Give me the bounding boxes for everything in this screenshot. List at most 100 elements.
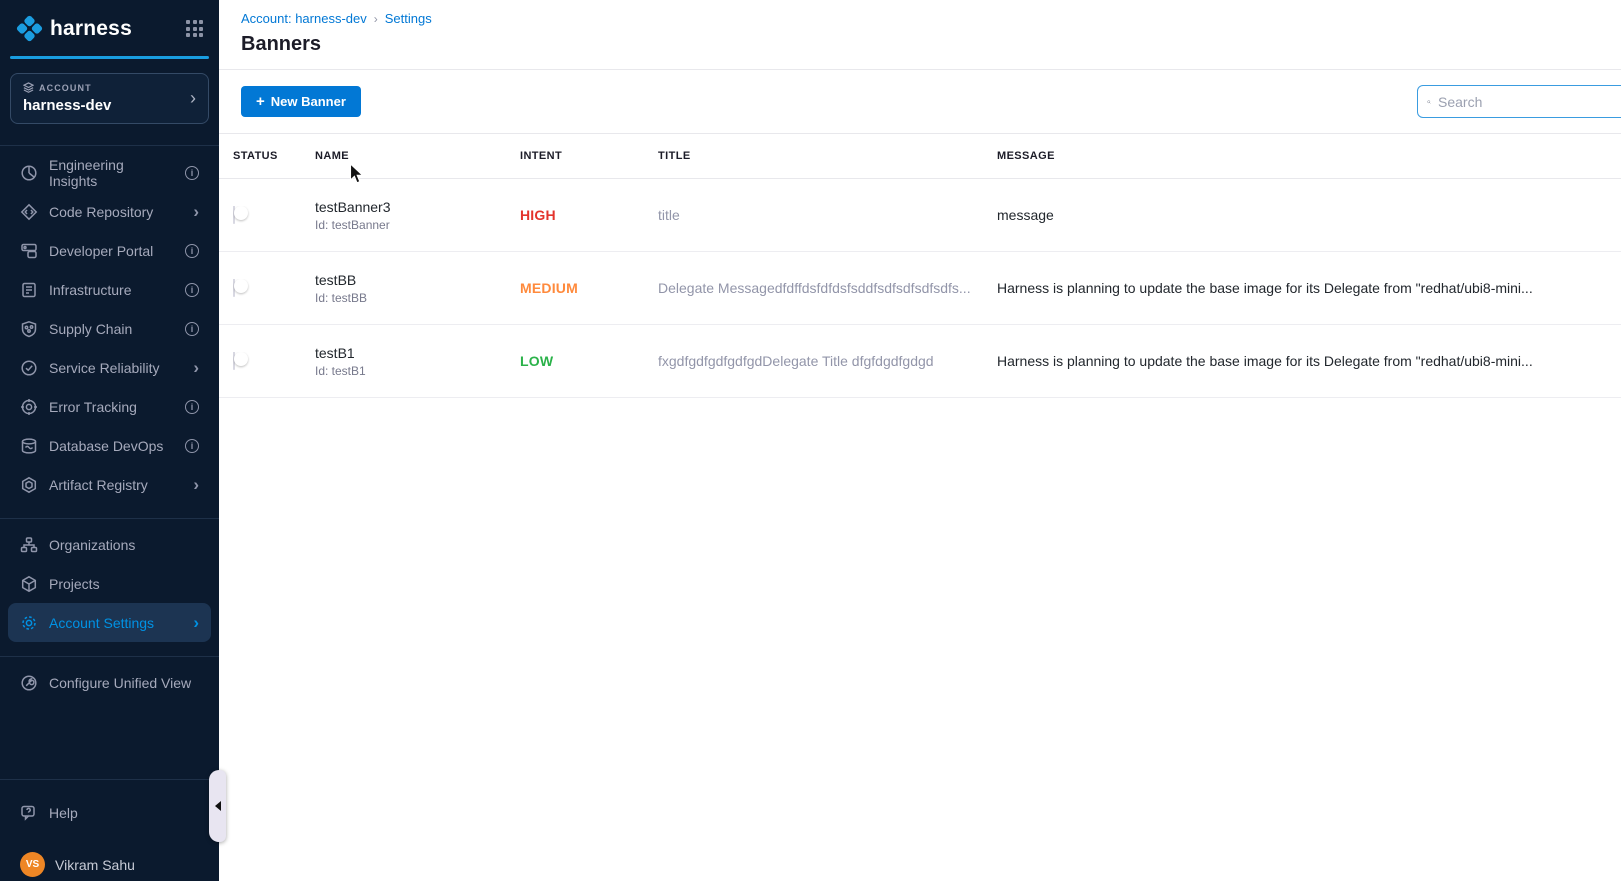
breadcrumb: Account: harness-dev › Settings	[241, 11, 1599, 26]
service-reliability-icon	[20, 359, 38, 377]
chevron-right-icon: ›	[190, 89, 196, 107]
banner-title: title	[658, 207, 997, 223]
banner-message: message	[997, 207, 1621, 223]
sidebar-item-supply-chain[interactable]: Supply Chain i	[8, 309, 211, 348]
user-name: Vikram Sahu	[55, 857, 135, 873]
table-row[interactable]: testB1 Id: testB1 LOW fxgdfgdfgdfgdfgdDe…	[219, 325, 1621, 398]
avatar: VS	[20, 852, 45, 877]
logo-underline	[10, 56, 209, 59]
banner-message: Harness is planning to update the base i…	[997, 353, 1621, 369]
sidebar-footer: Help VS Vikram Sahu	[0, 779, 219, 881]
sidebar-item-configure-unified-view[interactable]: Configure Unified View	[8, 663, 211, 702]
toolbar: + New Banner	[219, 70, 1621, 134]
banner-message: Harness is planning to update the base i…	[997, 280, 1621, 296]
banner-name: testBanner3	[315, 199, 506, 215]
sidebar-item-developer-portal[interactable]: Developer Portal i	[8, 231, 211, 270]
plus-icon: +	[256, 94, 265, 109]
sidebar-divider	[0, 518, 219, 519]
chevron-right-icon: ›	[193, 614, 199, 631]
sidebar-item-infrastructure[interactable]: Infrastructure i	[8, 270, 211, 309]
database-devops-icon	[20, 437, 38, 455]
page-title: Banners	[241, 33, 1599, 56]
info-icon[interactable]: i	[185, 244, 199, 258]
search-box	[1417, 85, 1621, 118]
column-header-status: STATUS	[233, 150, 315, 162]
logo-row: harness	[0, 0, 219, 42]
info-icon[interactable]: i	[185, 439, 199, 453]
page-header: Account: harness-dev › Settings Banners	[219, 0, 1621, 70]
banner-id: Id: testB1	[315, 364, 506, 378]
status-toggle[interactable]	[233, 279, 235, 297]
chevron-right-icon: ›	[193, 203, 199, 220]
harness-logo-icon	[16, 15, 43, 42]
sidebar: harness ACCOUNT harness-dev ›	[0, 0, 219, 881]
account-scope-label: ACCOUNT	[23, 82, 190, 93]
gear-icon	[20, 614, 38, 632]
intent-badge: LOW	[520, 353, 658, 369]
infrastructure-icon	[20, 281, 38, 299]
intent-badge: MEDIUM	[520, 280, 658, 296]
column-header-name: NAME	[315, 150, 520, 162]
sidebar-item-service-reliability[interactable]: Service Reliability ›	[8, 348, 211, 387]
account-selector[interactable]: ACCOUNT harness-dev ›	[10, 73, 209, 124]
breadcrumb-separator: ›	[374, 12, 378, 26]
banner-title: fxgdfgdfgdfgdfgdDelegate Title dfgfdgdfg…	[658, 353, 997, 369]
status-toggle[interactable]	[233, 352, 235, 370]
sidebar-item-account-settings[interactable]: Account Settings ›	[8, 603, 211, 642]
developer-portal-icon	[20, 242, 38, 260]
help-button[interactable]: Help	[8, 796, 211, 830]
breadcrumb-account-link[interactable]: Account: harness-dev	[241, 11, 367, 26]
banner-id: Id: testBanner	[315, 218, 506, 232]
error-tracking-icon	[20, 398, 38, 416]
sidebar-item-engineering-insights[interactable]: Engineering Insights i	[8, 153, 211, 192]
intent-badge: HIGH	[520, 207, 658, 223]
main-content: Account: harness-dev › Settings Banners …	[219, 0, 1621, 881]
artifact-registry-icon	[20, 476, 38, 494]
help-chat-icon	[20, 804, 38, 822]
status-toggle[interactable]	[233, 206, 235, 224]
app-launcher-icon[interactable]	[186, 20, 203, 37]
column-header-title: TITLE	[658, 150, 997, 162]
info-icon[interactable]: i	[185, 166, 199, 180]
table-row[interactable]: testBB Id: testBB MEDIUM Delegate Messag…	[219, 252, 1621, 325]
breadcrumb-settings-link[interactable]: Settings	[385, 11, 432, 26]
sidebar-collapse-handle[interactable]	[209, 770, 226, 842]
info-icon[interactable]: i	[185, 283, 199, 297]
user-menu[interactable]: VS Vikram Sahu	[8, 852, 211, 877]
code-repository-icon	[20, 203, 38, 221]
table-header-row: STATUS NAME INTENT TITLE MESSAGE	[219, 134, 1621, 179]
layers-icon	[23, 82, 34, 93]
sidebar-item-database-devops[interactable]: Database DevOps i	[8, 426, 211, 465]
banners-table: STATUS NAME INTENT TITLE MESSAGE testBan…	[219, 134, 1621, 398]
search-input[interactable]	[1438, 94, 1619, 110]
column-header-message: MESSAGE	[997, 150, 1621, 162]
banner-title: Delegate Messagedfdffdsfdfdsfsddfsdfsdfs…	[658, 280, 997, 296]
new-banner-button[interactable]: + New Banner	[241, 86, 361, 117]
sidebar-item-artifact-registry[interactable]: Artifact Registry ›	[8, 465, 211, 504]
sidebar-item-error-tracking[interactable]: Error Tracking i	[8, 387, 211, 426]
supply-chain-icon	[20, 320, 38, 338]
column-header-intent: INTENT	[520, 150, 658, 162]
search-icon	[1427, 95, 1431, 109]
chevron-right-icon: ›	[193, 359, 199, 376]
info-icon[interactable]: i	[185, 400, 199, 414]
info-icon[interactable]: i	[185, 322, 199, 336]
sidebar-item-organizations[interactable]: Organizations	[8, 525, 211, 564]
engineering-insights-icon	[20, 164, 38, 182]
account-name: harness-dev	[23, 97, 190, 114]
configure-view-icon	[20, 674, 38, 692]
logo-wordmark: harness	[50, 17, 132, 41]
module-nav: Engineering Insights i Code Repository ›…	[0, 146, 219, 702]
organizations-icon	[20, 536, 38, 554]
projects-icon	[20, 575, 38, 593]
app-window: harness ACCOUNT harness-dev ›	[0, 0, 1621, 881]
sidebar-divider	[0, 656, 219, 657]
collapse-arrow-icon	[215, 801, 221, 811]
sidebar-item-code-repository[interactable]: Code Repository ›	[8, 192, 211, 231]
banner-name: testB1	[315, 345, 506, 361]
banner-name: testBB	[315, 272, 506, 288]
table-row[interactable]: testBanner3 Id: testBanner HIGH title me…	[219, 179, 1621, 252]
banner-id: Id: testBB	[315, 291, 506, 305]
sidebar-item-projects[interactable]: Projects	[8, 564, 211, 603]
chevron-right-icon: ›	[193, 476, 199, 493]
